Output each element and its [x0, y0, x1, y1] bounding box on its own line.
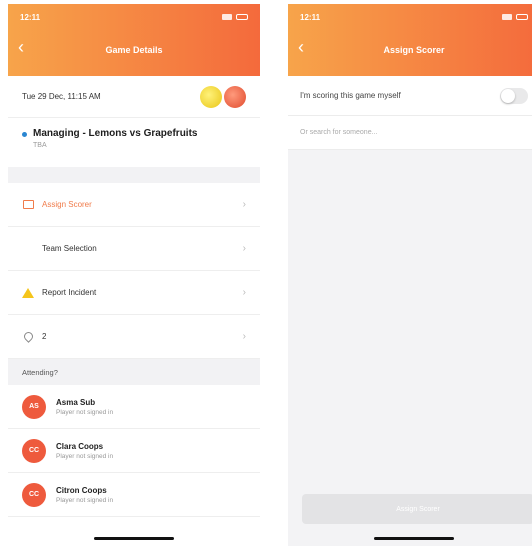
self-scoring-label: I'm scoring this game myself	[300, 91, 401, 100]
chevron-right-icon: ›	[242, 331, 246, 342]
battery-icon	[516, 14, 528, 20]
date-row: Tue 29 Dec, 11:15 AM	[8, 76, 260, 118]
section-divider	[8, 167, 260, 183]
team-logos	[200, 85, 246, 108]
player-status: Player not signed in	[56, 452, 114, 460]
location-row[interactable]: 2 ›	[8, 315, 260, 359]
chevron-right-icon: ›	[242, 287, 246, 298]
assign-scorer-button[interactable]: Assign Scorer	[302, 494, 532, 524]
avatar: AS	[22, 394, 46, 419]
self-scoring-row: I'm scoring this game myself	[288, 76, 532, 116]
home-indicator	[94, 537, 174, 540]
avatar: CC	[22, 482, 46, 507]
status-icons	[222, 14, 248, 20]
header-bar: 12:11 ‹ Assign Scorer	[288, 4, 532, 76]
player-row[interactable]: CC Citron Coops Player not signed in	[8, 473, 260, 517]
player-status: Player not signed in	[56, 496, 114, 504]
search-placeholder: Or search for someone...	[300, 129, 378, 136]
signal-icon	[222, 14, 232, 20]
search-input[interactable]: Or search for someone...	[288, 116, 532, 150]
report-incident-row[interactable]: Report Incident ›	[8, 271, 260, 315]
back-chevron-icon[interactable]: ‹	[18, 38, 24, 56]
attending-header: Attending?	[8, 359, 260, 385]
player-name: Asma Sub	[56, 397, 96, 407]
battery-icon	[236, 14, 248, 20]
header-bar: 12:11 ‹ Game Details	[8, 4, 260, 76]
game-details-screen: 12:11 ‹ Game Details Tue 29 Dec, 11:15 A…	[8, 4, 260, 546]
player-row[interactable]: CC Clara Coops Player not signed in	[8, 429, 260, 473]
nav-row: ‹ Assign Scorer	[288, 30, 532, 70]
team-selection-label: Team Selection	[42, 244, 97, 253]
self-scoring-toggle[interactable]	[500, 87, 528, 104]
toggle-knob	[501, 88, 515, 103]
status-bar: 12:11	[8, 4, 260, 30]
player-info: Citron Coops Player not signed in	[56, 486, 113, 504]
status-bar: 12:11	[288, 4, 532, 30]
player-name: Clara Coops	[56, 441, 104, 451]
home-indicator	[374, 537, 454, 540]
player-status: Player not signed in	[56, 408, 114, 416]
chevron-right-icon: ›	[242, 243, 246, 254]
grapefruit-team-icon	[224, 85, 246, 108]
location-label: 2	[42, 332, 47, 341]
player-name: Citron Coops	[56, 485, 107, 495]
back-chevron-icon[interactable]: ‹	[298, 38, 304, 56]
player-row[interactable]: AS Asma Sub Player not signed in	[8, 385, 260, 429]
team-selection-row[interactable]: Team Selection ›	[8, 227, 260, 271]
scorer-icon	[22, 199, 34, 211]
warning-icon	[22, 287, 34, 299]
page-title: Game Details	[105, 45, 163, 55]
avatar: CC	[22, 438, 46, 463]
status-time: 12:11	[300, 12, 321, 22]
assign-scorer-screen: 12:11 ‹ Assign Scorer I'm scoring this g…	[288, 4, 532, 546]
team-icon	[22, 243, 34, 255]
player-info: Clara Coops Player not signed in	[56, 442, 113, 460]
assign-scorer-row[interactable]: Assign Scorer ›	[8, 183, 260, 227]
nav-row: ‹ Game Details	[8, 30, 260, 70]
signal-icon	[502, 14, 512, 20]
status-icons	[502, 14, 528, 20]
event-title: Managing - Lemons vs Grapefruits	[33, 128, 198, 139]
event-dot-icon	[22, 132, 27, 137]
event-title-row: Managing - Lemons vs Grapefruits	[8, 118, 260, 139]
lemon-team-icon	[200, 85, 222, 108]
event-subtitle: TBA	[33, 142, 47, 149]
report-incident-label: Report Incident	[42, 288, 97, 297]
page-title: Assign Scorer	[383, 45, 445, 55]
assign-scorer-label: Assign Scorer	[42, 200, 92, 209]
player-info: Asma Sub Player not signed in	[56, 398, 113, 416]
location-pin-icon	[21, 330, 35, 343]
status-time: 12:11	[20, 12, 41, 22]
game-date: Tue 29 Dec, 11:15 AM	[22, 92, 101, 101]
chevron-right-icon: ›	[242, 199, 246, 210]
